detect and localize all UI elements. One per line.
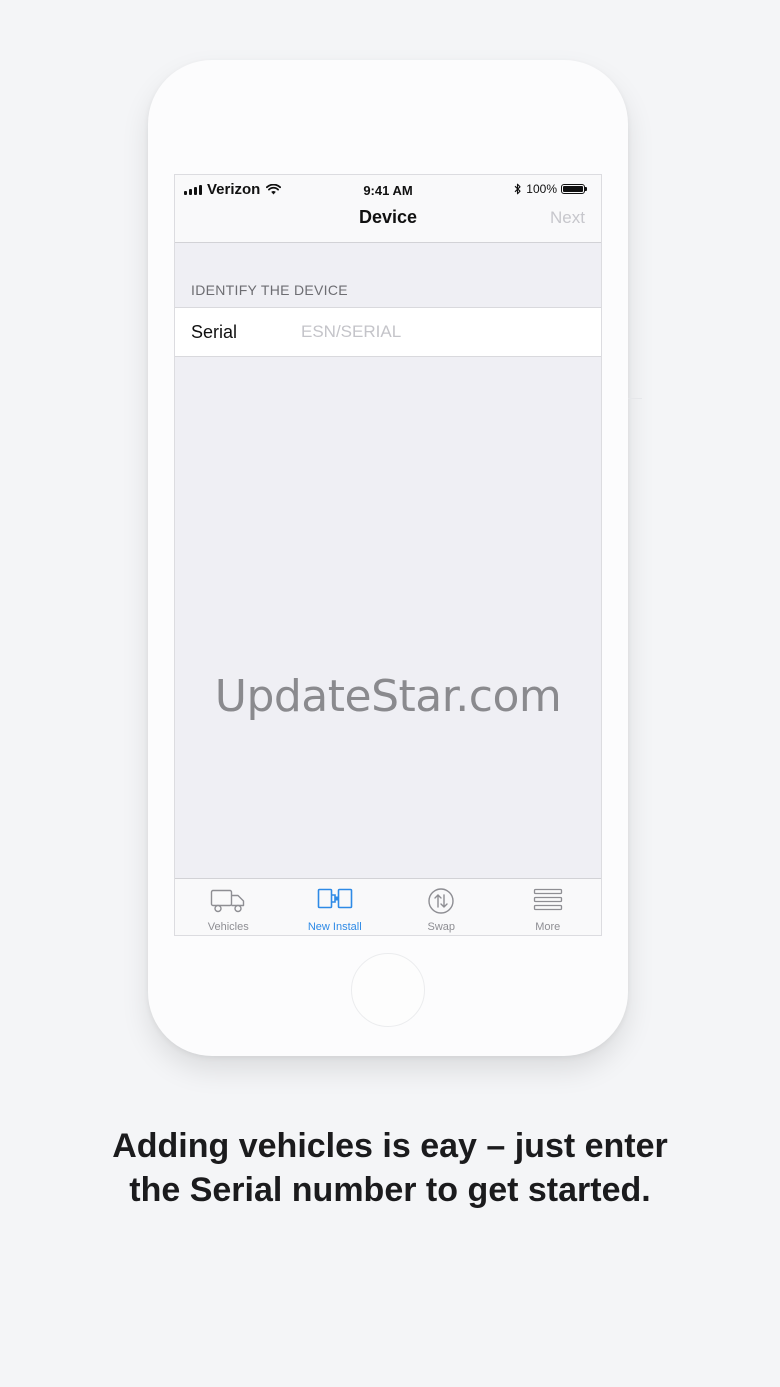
new-install-icon: [317, 888, 353, 909]
phone-screen: Verizon 9:41 AM 100% Device Next IDENTIF…: [174, 174, 602, 936]
home-button[interactable]: [351, 953, 425, 1027]
tab-swap[interactable]: Swap: [388, 879, 495, 935]
serial-label: Serial: [191, 322, 238, 342]
battery-percent: 100%: [526, 182, 557, 196]
swap-icon: [428, 888, 454, 914]
navigation-bar: Verizon 9:41 AM 100% Device Next: [175, 175, 601, 243]
serial-input[interactable]: [301, 318, 581, 346]
status-battery-group: 100%: [514, 182, 587, 196]
app-store-screenshot: Verizon 9:41 AM 100% Device Next IDENTIF…: [0, 0, 780, 1387]
section-header: IDENTIFY THE DEVICE: [191, 282, 348, 298]
tab-label: More: [535, 921, 561, 933]
serial-row[interactable]: Serial: [175, 307, 601, 357]
tab-label: New Install: [307, 921, 362, 933]
tab-bar: Vehicles New Install Swap More: [175, 878, 601, 935]
tab-label: Vehicles: [207, 921, 249, 933]
tab-more[interactable]: More: [495, 879, 602, 935]
phone-side-button: [628, 398, 642, 399]
tab-label: Swap: [427, 921, 456, 933]
bluetooth-icon: [514, 183, 521, 195]
battery-icon: [561, 184, 587, 194]
marketing-caption: Adding vehicles is eay – just enter the …: [112, 1127, 668, 1209]
truck-icon: [211, 889, 245, 913]
page-title: Device: [358, 207, 418, 227]
tab-new-install[interactable]: New Install: [282, 879, 389, 935]
tab-vehicles[interactable]: Vehicles: [175, 879, 282, 935]
menu-icon: [533, 888, 562, 911]
next-button[interactable]: Next: [550, 208, 585, 228]
watermark: UpdateStar.com: [214, 671, 562, 722]
